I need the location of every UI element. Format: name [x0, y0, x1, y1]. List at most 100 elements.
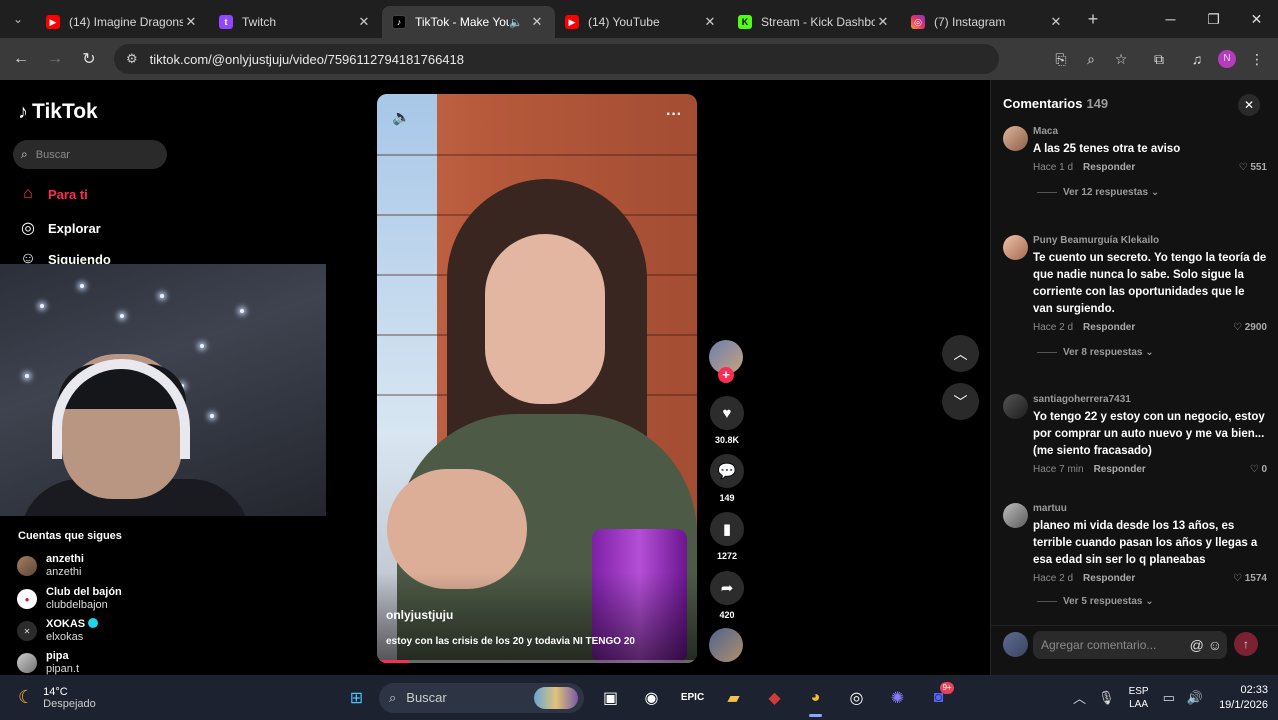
tab-instagram[interactable]: ◎ (7) Instagram ✕ — [901, 6, 1074, 38]
back-icon[interactable]: ← — [4, 50, 38, 68]
extensions-icon[interactable]: ⧉ — [1144, 51, 1174, 68]
avatar — [17, 653, 37, 673]
comment-input-row: Agregar comentario... @ ☺ ↑ — [991, 625, 1278, 675]
bookmark-star-icon[interactable]: ☆ — [1106, 51, 1136, 68]
close-comments-icon[interactable]: ✕ — [1238, 94, 1260, 116]
tab-twitch[interactable]: t Twitch ✕ — [209, 6, 382, 38]
system-clock[interactable]: 02:33 19/1/2026 — [1219, 683, 1268, 713]
previous-video-button[interactable]: ︿ — [942, 335, 979, 372]
view-replies-button[interactable]: Ver 12 respuestas ⌄ — [1033, 187, 1267, 198]
zoom-icon[interactable]: ⌕ — [1076, 51, 1106, 68]
reply-button[interactable]: Responder — [1094, 464, 1146, 475]
reply-button[interactable]: Responder — [1083, 573, 1135, 584]
forward-icon[interactable]: → — [38, 50, 72, 68]
comment-like-button[interactable]: ♡ 0 — [1250, 464, 1267, 475]
tab-kick[interactable]: K Stream - Kick Dashbo ✕ — [728, 6, 901, 38]
windows-start-icon[interactable]: ⊞ — [336, 675, 377, 720]
send-comment-button[interactable]: ↑ — [1234, 632, 1258, 656]
chrome-icon[interactable]: ◕ — [795, 675, 836, 720]
next-video-button[interactable]: ﹀ — [942, 383, 979, 420]
save-button[interactable]: ▮ 1272 — [709, 512, 745, 561]
maximize-icon[interactable]: ❐ — [1192, 11, 1235, 28]
comment-input[interactable]: Agregar comentario... @ ☺ — [1033, 631, 1227, 659]
comment-user[interactable]: santiagoherrera7431 — [1033, 394, 1267, 405]
video-username[interactable]: onlyjustjuju — [386, 608, 453, 622]
more-options-icon[interactable]: ··· — [666, 106, 682, 124]
avatar[interactable] — [1003, 126, 1028, 151]
task-view-icon[interactable]: ▣ — [590, 675, 631, 720]
tab-tiktok[interactable]: ♪ TikTok - Make Your 🔈 ✕ — [382, 6, 555, 38]
avatar[interactable] — [1003, 503, 1028, 528]
weather-widget[interactable]: ☾ 14°C Despejado — [18, 686, 96, 710]
comment-user[interactable]: Maca — [1033, 126, 1267, 137]
comment-placeholder: Agregar comentario... — [1041, 638, 1157, 652]
taskbar-search[interactable]: ⌕ Buscar — [379, 682, 584, 713]
reply-button[interactable]: Responder — [1083, 162, 1135, 173]
close-window-icon[interactable]: ✕ — [1235, 11, 1278, 28]
comment-user[interactable]: Puny Beamurguía Klekailo — [1033, 235, 1267, 246]
comment-like-button[interactable]: ♡ 551 — [1239, 162, 1267, 173]
game-app-icon[interactable]: ◆ — [754, 675, 795, 720]
share-button[interactable]: ➦ 420 — [709, 571, 745, 620]
tab-imagine-dragons[interactable]: ▶ (14) Imagine Dragons ✕ — [36, 6, 209, 38]
video-player[interactable]: 🔈 ··· onlyjustjuju estoy con las crisis … — [377, 94, 697, 663]
avatar: ● — [17, 589, 37, 609]
tiktok-logo[interactable]: ♪ TikTok — [18, 100, 98, 124]
comment-user[interactable]: martuu — [1033, 503, 1267, 514]
music-disc-avatar[interactable] — [709, 628, 743, 662]
view-replies-button[interactable]: Ver 8 respuestas ⌄ — [1033, 347, 1267, 358]
comment-like-button[interactable]: ♡ 2900 — [1233, 322, 1267, 333]
language-indicator[interactable]: ESP LAA — [1129, 685, 1149, 711]
media-control-icon[interactable]: ♫ — [1182, 51, 1212, 67]
reply-button[interactable]: Responder — [1083, 322, 1135, 333]
taskbar-search-label: Buscar — [406, 690, 447, 705]
streaming-app-icon[interactable]: ✺ — [877, 675, 918, 720]
following-account[interactable]: ● Club del bajón clubdelbajon — [17, 586, 122, 612]
sidebar-item-para-ti[interactable]: ⌂ Para ti — [18, 185, 88, 203]
search-input[interactable]: ⌕ Buscar — [13, 140, 167, 169]
speaker-icon[interactable]: 🔈 — [509, 16, 523, 29]
close-tab-icon[interactable]: ✕ — [875, 14, 891, 30]
tab-youtube[interactable]: ▶ (14) YouTube ✕ — [555, 6, 728, 38]
minimize-icon[interactable]: ─ — [1149, 11, 1192, 28]
epic-games-icon[interactable]: EPIC — [672, 675, 713, 720]
emoji-icon[interactable]: ☺ — [1208, 637, 1222, 653]
new-tab-button[interactable]: + — [1078, 9, 1108, 30]
following-account[interactable]: anzethi anzethi — [17, 553, 84, 579]
mention-icon[interactable]: @ — [1190, 637, 1204, 653]
like-button[interactable]: ♥ 30.8K — [709, 396, 745, 445]
obs-icon[interactable]: ◎ — [836, 675, 877, 720]
close-tab-icon[interactable]: ✕ — [356, 14, 372, 30]
close-tab-icon[interactable]: ✕ — [702, 14, 718, 30]
profile-avatar[interactable]: N — [1218, 50, 1236, 68]
follow-plus-icon[interactable]: + — [718, 367, 734, 383]
address-bar[interactable]: ⚙ tiktok.com/@onlyjustjuju/video/7596112… — [114, 44, 999, 74]
notification-badge: 9+ — [940, 682, 954, 694]
following-account[interactable]: pipa pipan.t — [17, 650, 79, 676]
close-tab-icon[interactable]: ✕ — [183, 14, 199, 30]
menu-kebab-icon[interactable]: ⋮ — [1242, 51, 1272, 68]
microphone-icon[interactable]: 🎙 — [1098, 690, 1115, 706]
comment-button[interactable]: 💬 149 — [709, 454, 745, 503]
chevron-up-icon[interactable]: ︿ — [1073, 688, 1086, 707]
discord-icon[interactable]: ◙ 9+ — [918, 675, 959, 720]
account-name: Club del bajón — [46, 586, 122, 598]
comment-like-button[interactable]: ♡ 1574 — [1233, 573, 1267, 584]
tab-search-dropdown-icon[interactable]: ⌄ — [0, 0, 36, 38]
volume-icon[interactable]: 🔊 — [1187, 690, 1203, 706]
avatar[interactable] — [1003, 394, 1028, 419]
video-progress-bar[interactable] — [377, 660, 697, 663]
reload-icon[interactable]: ↻ — [72, 49, 106, 69]
following-account[interactable]: ✕ XOKAS elxokas — [17, 618, 99, 644]
close-tab-icon[interactable]: ✕ — [1048, 14, 1064, 30]
install-app-icon[interactable]: ⎘ — [1046, 51, 1076, 68]
volume-icon[interactable]: 🔈 — [392, 108, 411, 126]
network-icon[interactable]: ▭ — [1163, 690, 1175, 706]
avatar[interactable] — [1003, 235, 1028, 260]
file-explorer-icon[interactable]: ▰ — [713, 675, 754, 720]
site-info-icon[interactable]: ⚙ — [126, 51, 138, 67]
close-tab-icon[interactable]: ✕ — [529, 14, 545, 30]
view-replies-button[interactable]: Ver 5 respuestas ⌄ — [1033, 596, 1267, 607]
sidebar-item-explorar[interactable]: ◎ Explorar — [18, 218, 101, 238]
steam-icon[interactable]: ◉ — [631, 675, 672, 720]
